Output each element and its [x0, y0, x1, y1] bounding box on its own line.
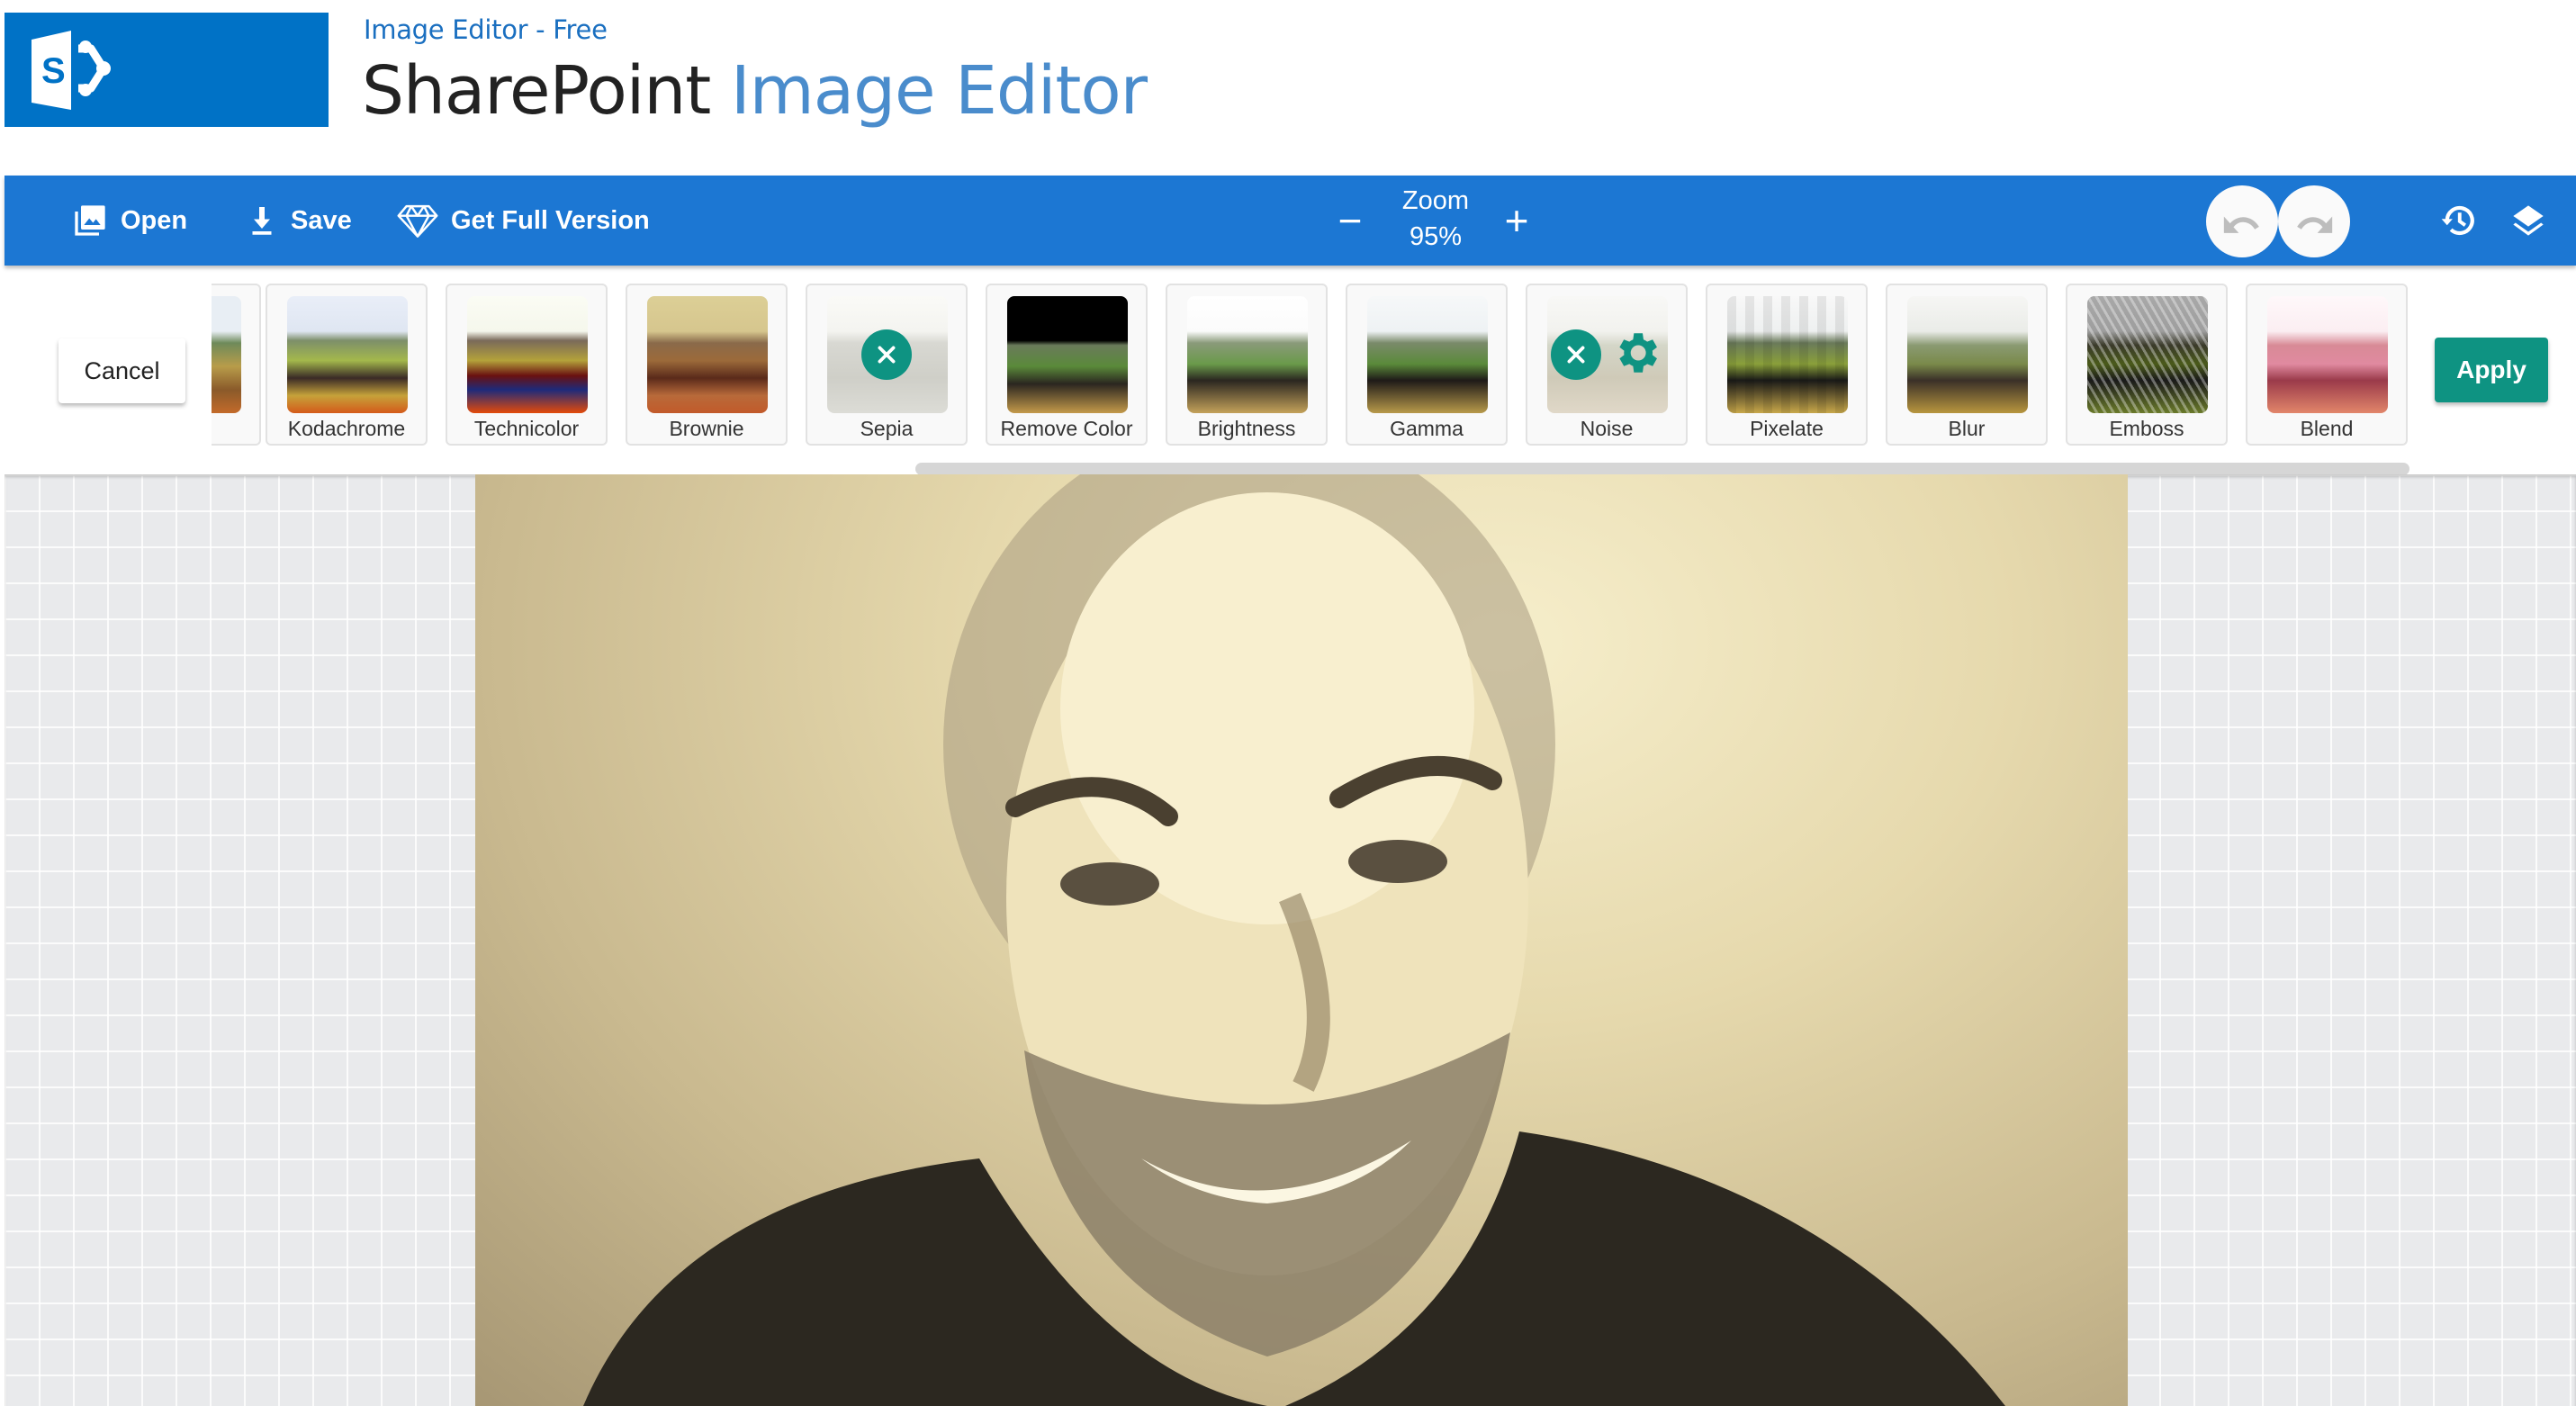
full-version-label: Get Full Version: [451, 205, 650, 235]
title-main: SharePoint: [362, 52, 711, 130]
filter-label: Blur: [1948, 417, 1986, 440]
undo-icon: [2223, 216, 2259, 233]
filter-tile-emboss[interactable]: Emboss: [2066, 284, 2228, 446]
get-full-version-button[interactable]: Get Full Version: [397, 176, 650, 266]
close-icon: [878, 346, 896, 364]
svg-text:S: S: [41, 51, 66, 91]
filter-label: Remove Color: [1000, 417, 1133, 440]
filter-thumbnail: [1907, 296, 2028, 413]
zoom-control: − Zoom 95% +: [1328, 176, 1544, 266]
redo-icon: [2297, 216, 2333, 233]
save-label: Save: [291, 205, 352, 235]
edited-photo[interactable]: [475, 474, 2128, 1406]
close-icon: [1567, 346, 1585, 364]
filter-tile-brownie[interactable]: Brownie: [626, 284, 788, 446]
filter-label: Brownie: [669, 417, 744, 440]
filter-label: Sepia: [860, 417, 914, 440]
image-icon: [75, 205, 105, 236]
zoom-value: 95%: [1409, 222, 1463, 251]
filter-strip-scrollbar[interactable]: [915, 463, 2409, 475]
redo-button[interactable]: [2278, 185, 2350, 257]
layers-icon: [2513, 205, 2544, 236]
zoom-in-button[interactable]: +: [1494, 195, 1539, 246]
filter-tile-kodachrome[interactable]: Kodachrome: [266, 284, 428, 446]
title-accent: Image Editor: [730, 52, 1148, 130]
filter-label: Pixelate: [1750, 417, 1824, 440]
sharepoint-logo-icon: S: [32, 31, 111, 110]
sharepoint-logo: S: [5, 13, 329, 127]
filter-tile-pixelate[interactable]: Pixelate: [1706, 284, 1868, 446]
image-editor-page: S Image Editor - Free SharePoint Image E…: [0, 0, 2576, 1406]
undo-button[interactable]: [2206, 185, 2278, 257]
save-button[interactable]: Save: [246, 176, 352, 266]
filter-tile-partial[interactable]: [212, 284, 261, 446]
history-icon: [2441, 205, 2474, 236]
portrait-image: [583, 474, 2005, 1406]
page-title: SharePoint Image Editor: [362, 52, 1148, 130]
filter-tile-noise[interactable]: Noise: [1526, 284, 1688, 446]
filter-tile-brightness[interactable]: Brightness: [1166, 284, 1328, 446]
gear-icon: [1619, 332, 1657, 373]
apply-button[interactable]: Apply: [2435, 338, 2548, 402]
filter-thumbnail: [2087, 296, 2208, 413]
filter-tile-blur[interactable]: Blur: [1886, 284, 2048, 446]
download-icon: [252, 207, 272, 235]
cancel-button[interactable]: Cancel: [59, 338, 185, 403]
filter-settings-button[interactable]: [1610, 327, 1662, 383]
zoom-out-button[interactable]: −: [1328, 195, 1373, 246]
filter-label: Gamma: [1390, 417, 1464, 440]
filter-tile-sepia[interactable]: Sepia: [806, 284, 968, 446]
filter-label: Brightness: [1197, 417, 1296, 440]
filter-tile-technicolor[interactable]: Technicolor: [446, 284, 608, 446]
filter-thumbnail: [212, 296, 241, 413]
filter-thumbnail: [647, 296, 768, 413]
filter-label: Emboss: [2109, 417, 2184, 440]
open-label: Open: [121, 205, 188, 235]
filter-strip: Kodachrome Technicolor Brownie Sepia Rem…: [212, 279, 2408, 446]
filter-thumbnail: [1007, 296, 1128, 413]
filter-thumbnail: [2267, 296, 2388, 413]
remove-filter-button[interactable]: [861, 329, 912, 380]
filter-tile-gamma[interactable]: Gamma: [1346, 284, 1508, 446]
filter-label: Noise: [1580, 417, 1634, 440]
filter-tile-blend[interactable]: Blend: [2246, 284, 2408, 446]
filter-thumbnail: [1727, 296, 1848, 413]
app-subtitle: Image Editor - Free: [364, 14, 608, 45]
main-toolbar: Open Save Get Full Version − Zoom 95% +: [5, 176, 2576, 266]
filter-thumbnail: [287, 296, 408, 413]
zoom-label: Zoom: [1401, 186, 1470, 215]
filter-tile-remove-color[interactable]: Remove Color: [986, 284, 1148, 446]
history-button[interactable]: [2436, 199, 2480, 242]
filter-thumbnail: [1187, 296, 1308, 413]
filter-label: Technicolor: [473, 417, 580, 440]
filter-label: Blend: [2300, 417, 2354, 440]
filter-label: Kodachrome: [287, 417, 406, 440]
filter-thumbnail: [1367, 296, 1488, 413]
layers-button[interactable]: [2507, 199, 2550, 242]
open-button[interactable]: Open: [72, 176, 187, 266]
diamond-icon: [397, 204, 438, 238]
filter-thumbnail: [467, 296, 588, 413]
remove-filter-button[interactable]: [1551, 329, 1601, 380]
